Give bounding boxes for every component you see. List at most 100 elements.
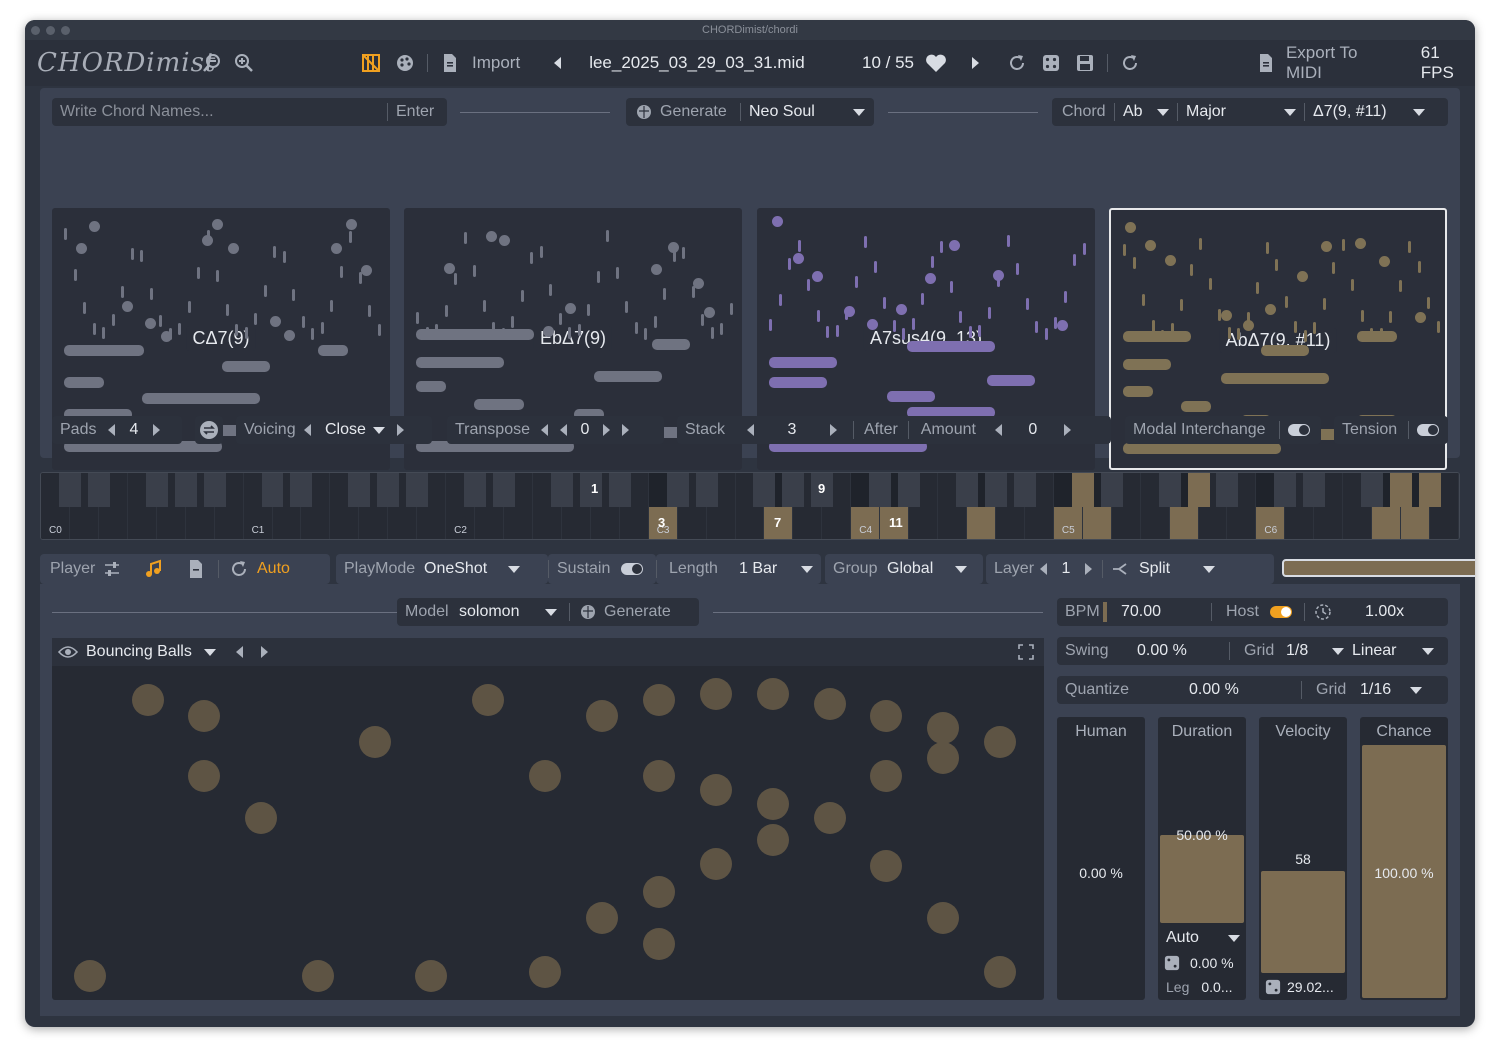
pattern-column[interactable] [689,678,744,996]
piano-keyboard[interactable]: C0 C1 C2 C3 C4 C5 C6 1 3 7 9 11 [40,472,1460,540]
chance-slider[interactable]: Chance 100.00 % [1360,717,1448,1000]
black-key[interactable] [1303,473,1326,507]
brain-icon[interactable] [576,600,600,624]
black-key[interactable] [290,473,313,507]
white-key[interactable] [1082,507,1112,539]
pattern-ball[interactable] [814,688,846,720]
layer-decrease-icon[interactable] [1040,563,1047,575]
swing-grid-dropdown-icon[interactable] [1332,647,1344,655]
bpm-slider-handle[interactable] [1103,602,1107,622]
pattern-ball[interactable] [245,802,277,834]
black-key[interactable] [464,473,487,507]
pattern-ball[interactable] [643,760,675,792]
split-dropdown-icon[interactable] [1203,565,1215,573]
zoom-out-icon[interactable] [200,51,224,75]
swing-curve-dropdown-icon[interactable] [1422,647,1434,655]
brain-icon[interactable] [632,100,656,124]
black-key[interactable] [1187,473,1210,507]
transpose-down-octave-icon[interactable] [541,424,548,436]
pattern-column[interactable] [64,678,118,996]
auto-refresh-icon[interactable] [227,557,251,581]
black-key[interactable] [1071,473,1094,507]
midi-grid-icon[interactable] [359,51,383,75]
extension-select[interactable]: Δ7(9, #11) [1305,103,1413,121]
export-midi-button[interactable]: Export To MIDI [1286,43,1393,83]
extension-dropdown-icon[interactable] [1413,108,1425,116]
group-select[interactable]: Global [887,560,955,578]
pattern-ball[interactable] [870,700,902,732]
pattern-column[interactable] [291,678,346,996]
pattern-ball[interactable] [643,928,675,960]
black-key[interactable] [695,473,718,507]
preset-dropdown-icon[interactable] [204,648,216,656]
black-key[interactable] [1274,473,1297,507]
modal-interchange-toggle[interactable] [1288,424,1310,436]
white-key[interactable] [1401,507,1431,539]
rate-value[interactable]: 1.00x [1335,603,1404,621]
quality-dropdown-icon[interactable] [1284,108,1296,116]
pattern-ball[interactable] [700,678,732,710]
playmode-select[interactable]: OneShot [424,560,508,578]
black-key[interactable] [261,473,284,507]
save-icon[interactable] [1073,51,1097,75]
pattern-column[interactable] [405,678,460,996]
pattern-ball[interactable] [643,684,675,716]
pattern-ball[interactable] [529,956,561,988]
pattern-ball[interactable] [472,684,504,716]
pattern-grid[interactable] [64,678,1032,996]
chord-name-input[interactable]: Write Chord Names... Enter [52,98,447,126]
duration-mode-select[interactable]: Auto [1166,929,1242,947]
quality-select[interactable]: Major [1178,103,1284,121]
player-tab[interactable]: Player Auto [40,554,330,584]
pattern-ball[interactable] [984,956,1016,988]
human-slider[interactable]: Human 0.00 % [1057,717,1145,1000]
white-key[interactable] [1169,507,1199,539]
black-key[interactable] [406,473,429,507]
stack-decrease-icon[interactable] [747,424,754,436]
quantize-grid-select[interactable]: 1/16 [1360,681,1410,699]
white-key[interactable] [1372,507,1402,539]
pattern-column[interactable] [120,678,175,996]
pattern-ball[interactable] [700,774,732,806]
voicing-dropdown-icon[interactable] [373,426,385,434]
pattern-ball[interactable] [870,760,902,792]
pattern-column[interactable] [234,678,289,996]
export-file-icon[interactable] [1255,51,1278,75]
pads-decrease-icon[interactable] [108,424,115,436]
pattern-ball[interactable] [529,760,561,792]
pattern-ball[interactable] [188,700,220,732]
dice-icon[interactable] [1039,51,1063,75]
reload-icon[interactable] [1118,51,1142,75]
playmode-dropdown-icon[interactable] [508,565,520,573]
root-select[interactable]: Ab [1115,103,1157,121]
shuffle-button[interactable] [195,416,223,444]
duration-mode-dropdown-icon[interactable] [1228,934,1240,942]
pattern-ball[interactable] [302,960,334,992]
style-select[interactable]: Neo Soul [741,103,853,121]
heart-icon[interactable] [924,51,948,75]
black-key[interactable] [898,473,921,507]
white-key[interactable] [967,507,996,539]
black-key[interactable] [145,473,168,507]
quantize-value[interactable]: 0.00 % [1189,681,1301,699]
black-key[interactable] [782,473,805,507]
black-key[interactable] [1419,473,1442,507]
pattern-ball[interactable] [415,960,447,992]
pattern-column[interactable] [519,678,574,996]
black-key[interactable] [203,473,226,507]
after-toggle[interactable]: After [854,421,908,439]
pattern-ball[interactable] [757,678,789,710]
fullscreen-icon[interactable] [1014,640,1038,664]
model-dropdown-icon[interactable] [545,608,557,616]
layer-increase-icon[interactable] [1085,563,1092,575]
style-dropdown-icon[interactable] [853,108,865,116]
group-dropdown-icon[interactable] [955,565,967,573]
swing-curve-select[interactable]: Linear [1352,642,1422,660]
pattern-ball[interactable] [984,726,1016,758]
black-key[interactable] [1100,473,1123,507]
pattern-preset-select[interactable]: Bouncing Balls [80,643,204,661]
bpm-value[interactable]: 70.00 [1121,603,1211,621]
zoom-in-icon[interactable] [232,51,256,75]
pattern-ball[interactable] [188,760,220,792]
pattern-ball[interactable] [814,802,846,834]
